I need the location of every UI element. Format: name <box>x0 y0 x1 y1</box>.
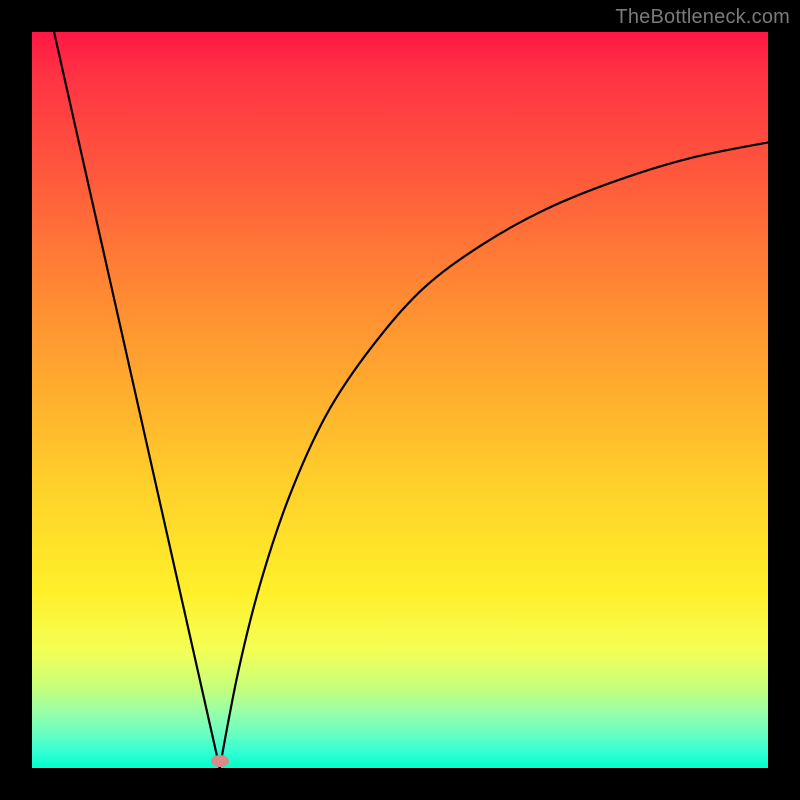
minimum-dot <box>211 755 229 767</box>
bottleneck-curve <box>32 32 768 768</box>
plot-area <box>32 32 768 768</box>
watermark-text: TheBottleneck.com <box>615 6 790 29</box>
chart-frame: TheBottleneck.com <box>0 0 800 800</box>
